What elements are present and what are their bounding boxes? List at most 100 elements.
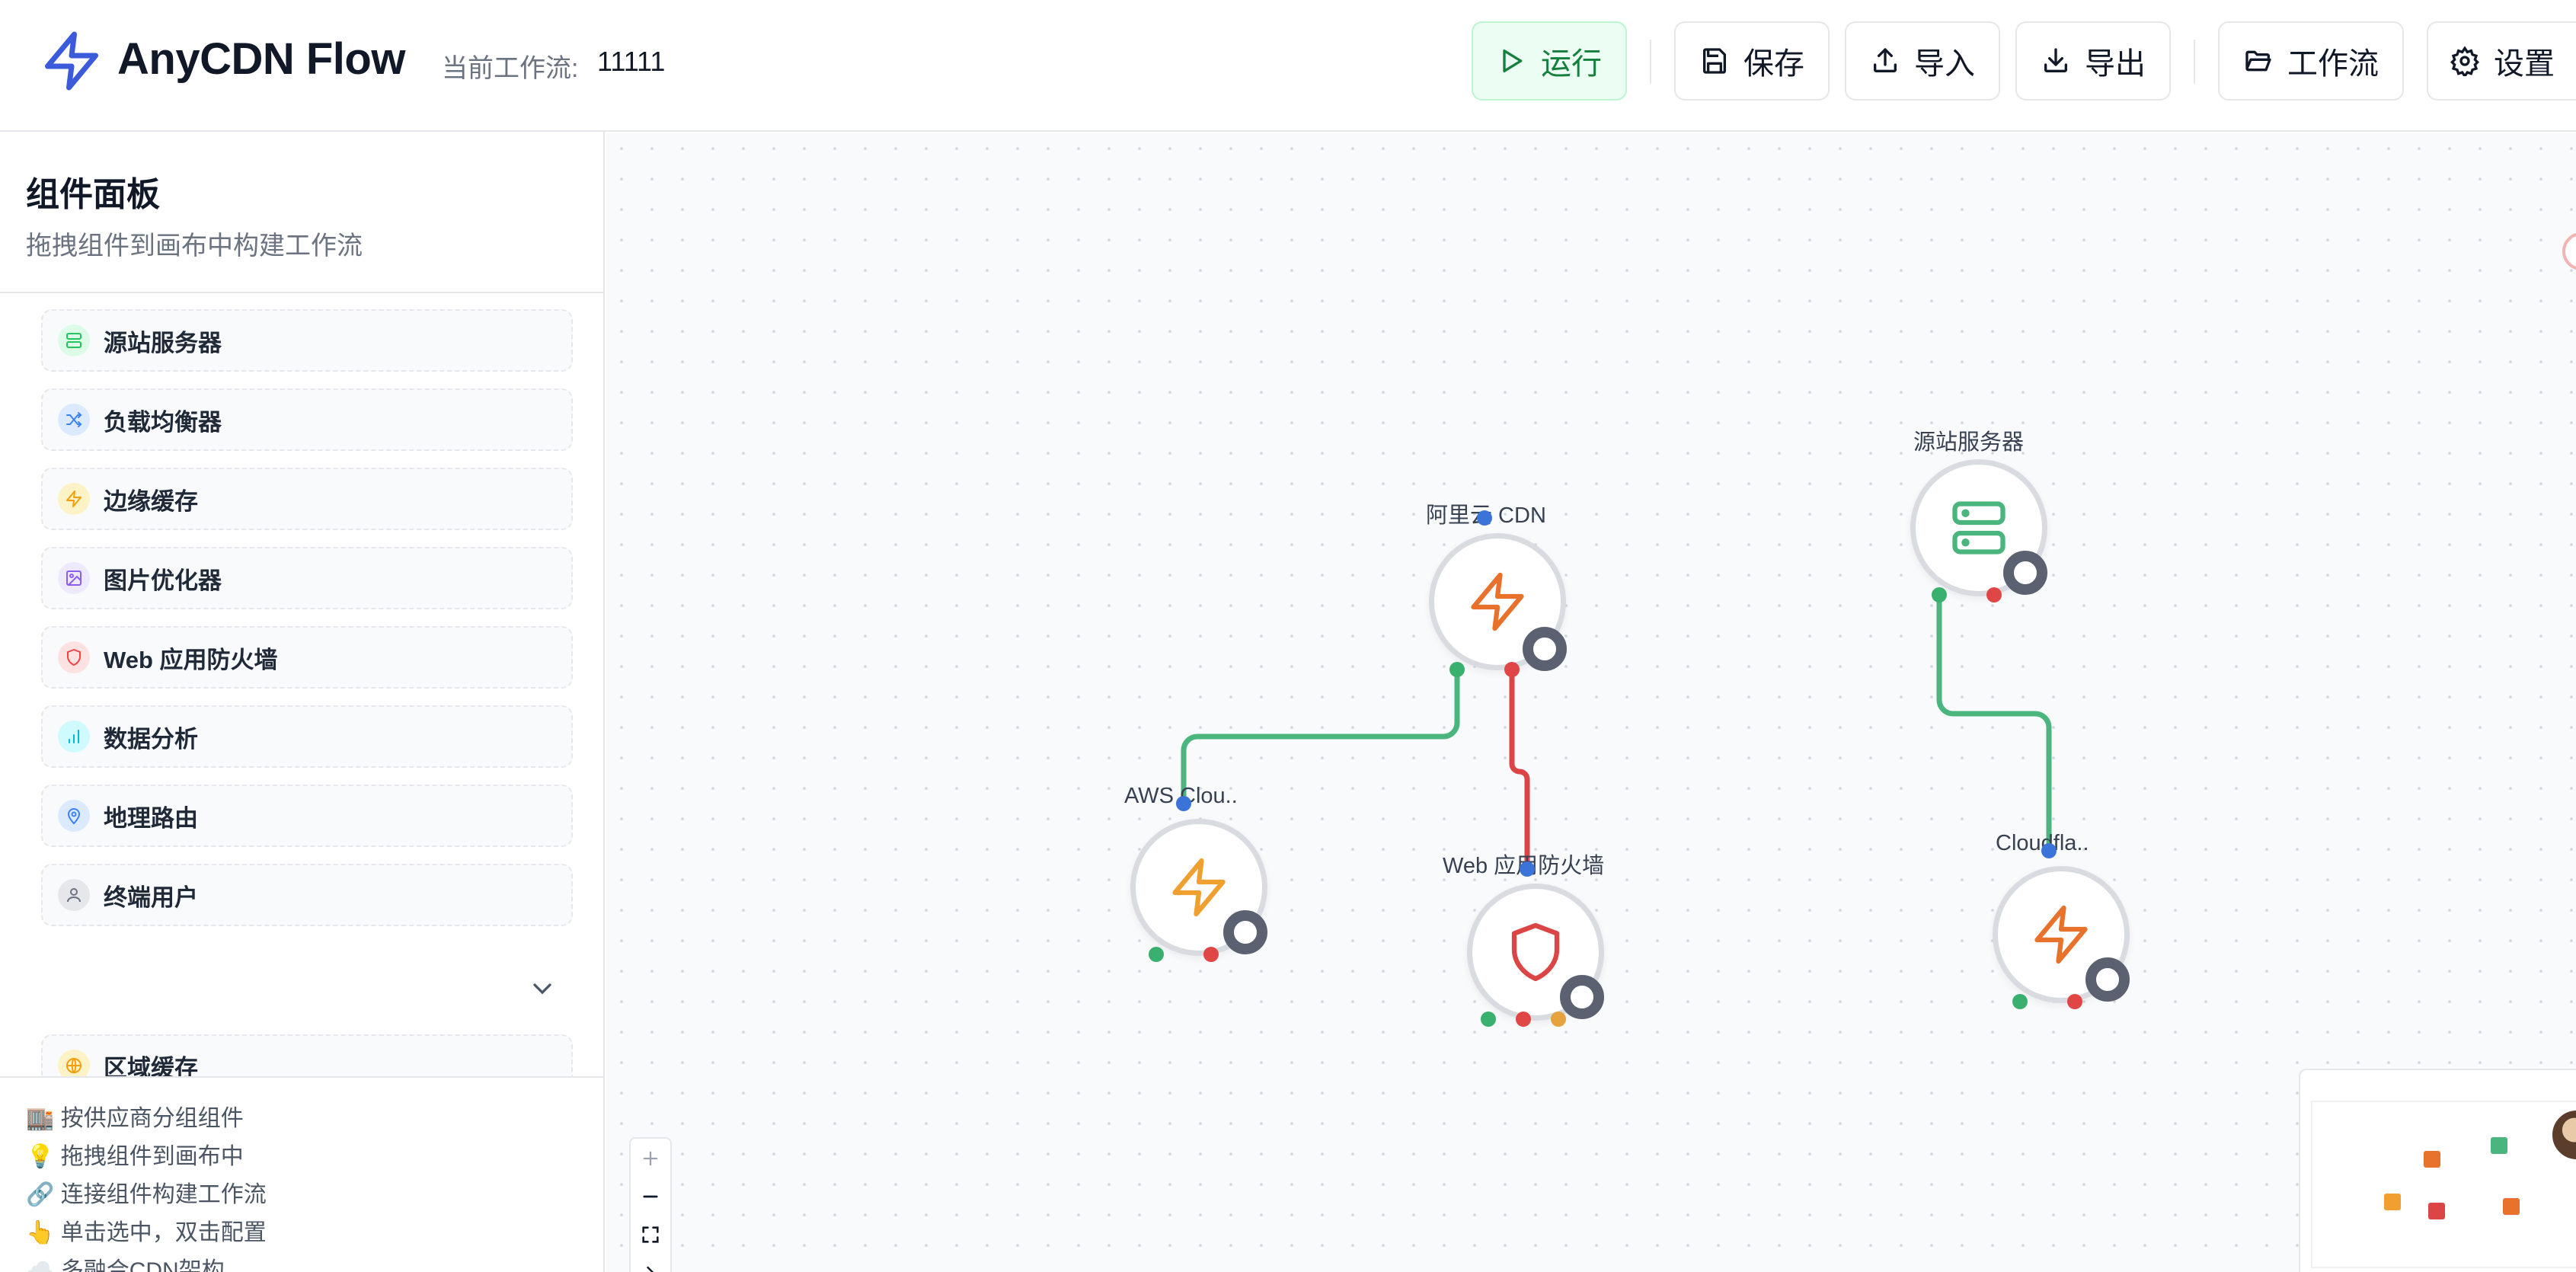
save-icon xyxy=(1703,48,1726,74)
fit-view-button[interactable] xyxy=(631,1215,670,1254)
output-handle[interactable] xyxy=(2012,994,2028,1009)
input-handle[interactable] xyxy=(2041,843,2057,858)
server-icon xyxy=(1952,501,2006,555)
upload-icon xyxy=(1874,48,1897,73)
settings-button-label: 设置 xyxy=(2494,47,2555,81)
server-icon xyxy=(58,324,90,356)
component-item-edge-cache[interactable]: 边缘缓存 xyxy=(41,468,573,530)
panel-subtitle: 拖拽组件到画布中构建工作流 xyxy=(26,232,363,260)
node-settings-ring[interactable] xyxy=(2003,551,2047,595)
zap-icon xyxy=(1471,572,1524,631)
component-panel: 组件面板 拖拽组件到画布中构建工作流 源站服务器 负载均衡器 边缘缓存 图片优化… xyxy=(0,132,605,1272)
tips-panel: 🏬 按供应商分组组件 💡 拖拽组件到画布中 🔗 连接组件构建工作流 👆 单击选中… xyxy=(0,1076,603,1272)
tip-text: 👆 单击选中，双击配置 xyxy=(26,1220,267,1245)
download-icon xyxy=(2044,48,2067,73)
output-handle[interactable] xyxy=(1481,1012,1496,1027)
output-handle[interactable] xyxy=(1932,587,1947,602)
node-settings-ring[interactable] xyxy=(1223,910,1267,954)
zoom-controls xyxy=(629,1137,672,1272)
input-handle[interactable] xyxy=(1176,796,1191,811)
save-button[interactable]: 保存 xyxy=(1674,21,1830,101)
workflows-button[interactable]: 工作流 xyxy=(2218,21,2404,101)
component-item-image-optimizer[interactable]: 图片优化器 xyxy=(41,547,573,609)
panel-title: 组件面板 xyxy=(26,176,160,213)
export-button[interactable]: 导出 xyxy=(2015,21,2171,101)
component-item-analytics[interactable]: 数据分析 xyxy=(41,705,573,768)
folder-open-icon xyxy=(2245,50,2271,72)
component-label: 边缘缓存 xyxy=(104,487,198,515)
component-label: 图片优化器 xyxy=(104,567,222,594)
output-handle[interactable] xyxy=(1149,947,1164,962)
component-label: 终端用户 xyxy=(104,884,198,911)
node-settings-ring[interactable] xyxy=(1523,627,1567,671)
output-handle[interactable] xyxy=(1449,662,1465,677)
shuffle-icon xyxy=(58,404,90,436)
output-handle[interactable] xyxy=(1504,662,1520,677)
tip-text: 🔗 连接组件构建工作流 xyxy=(26,1182,267,1207)
input-handle[interactable] xyxy=(1520,861,1535,877)
output-handle[interactable] xyxy=(1516,1012,1531,1027)
shield-icon xyxy=(1511,922,1560,982)
minimap-viewport xyxy=(2311,1101,2576,1268)
tip-text: 💡 拖拽组件到画布中 xyxy=(26,1144,244,1169)
tip-text: ☁️ 多融合CDN架构 xyxy=(26,1258,225,1272)
user-icon xyxy=(58,879,90,911)
edges-layer xyxy=(1181,595,2052,869)
shield-icon xyxy=(58,641,90,673)
output-handle[interactable] xyxy=(1203,947,1219,962)
output-handle[interactable] xyxy=(1551,1012,1566,1027)
edge-connection xyxy=(1936,595,2052,851)
input-handle[interactable] xyxy=(1477,510,1492,526)
output-handle[interactable] xyxy=(2067,994,2082,1009)
component-label: Web 应用防火墙 xyxy=(104,646,278,673)
minimap-node xyxy=(2491,1137,2507,1154)
zap-icon xyxy=(2034,905,2088,964)
node-settings-ring[interactable] xyxy=(2085,957,2130,1002)
chevron-down-icon[interactable] xyxy=(527,973,558,1004)
import-button-label: 导入 xyxy=(1914,47,1975,81)
workflows-button-label: 工作流 xyxy=(2287,47,2379,81)
minimap-node xyxy=(2428,1203,2445,1219)
chevron-right-icon xyxy=(647,1266,654,1272)
component-item-load-balancer[interactable]: 负载均衡器 xyxy=(41,388,573,451)
component-label: 数据分析 xyxy=(104,725,198,753)
component-label: 负载均衡器 xyxy=(104,408,222,436)
workflow-name: 11111 xyxy=(597,46,666,77)
top-toolbar: AnyCDN Flow 当前工作流: 11111 运行 保存 导入 导出 工作流… xyxy=(0,0,2576,132)
component-label: 源站服务器 xyxy=(104,329,222,356)
zoom-out-button[interactable] xyxy=(631,1177,670,1216)
toolbar-divider xyxy=(2194,40,2195,84)
component-item-end-user[interactable]: 终端用户 xyxy=(41,864,573,926)
component-item-waf[interactable]: Web 应用防火墙 xyxy=(41,626,573,689)
component-item-geo-routing[interactable]: 地理路由 xyxy=(41,785,573,847)
image-icon xyxy=(58,562,90,594)
bar-chart-icon xyxy=(58,721,90,753)
edge-connection xyxy=(1509,670,1530,869)
divider xyxy=(0,292,603,293)
settings-button[interactable]: 设置 xyxy=(2427,21,2576,101)
export-button-label: 导出 xyxy=(2085,47,2146,81)
zap-logo-icon xyxy=(45,31,98,91)
output-handle[interactable] xyxy=(1986,587,2002,602)
component-label: 地理路由 xyxy=(104,804,198,832)
node-label: 源站服务器 xyxy=(1913,430,2025,455)
zoom-in-button[interactable] xyxy=(631,1139,670,1178)
minimap-node xyxy=(2384,1194,2401,1210)
run-button[interactable]: 运行 xyxy=(1472,21,1627,101)
node-settings-ring[interactable] xyxy=(1560,975,1604,1019)
component-item-origin-server[interactable]: 源站服务器 xyxy=(41,309,573,372)
run-button-label: 运行 xyxy=(1541,47,1602,81)
lock-view-button[interactable] xyxy=(631,1253,670,1272)
gear-icon xyxy=(2450,46,2480,76)
minimap-node xyxy=(2424,1151,2440,1168)
minimap-node xyxy=(2503,1198,2520,1215)
minimap[interactable] xyxy=(2299,1069,2576,1272)
toolbar-divider xyxy=(1650,40,1651,84)
play-icon xyxy=(1503,50,1523,73)
map-pin-icon xyxy=(58,800,90,832)
fit-view-icon xyxy=(642,1226,659,1243)
workflow-label: 当前工作流: xyxy=(442,54,579,83)
workflow-canvas[interactable]: 阿里云 CDN 源站服务器 AWS Clou.. Web 应用防火墙 Cloud… xyxy=(606,133,2576,1272)
save-button-label: 保存 xyxy=(1743,47,1804,81)
import-button[interactable]: 导入 xyxy=(1845,21,2000,101)
